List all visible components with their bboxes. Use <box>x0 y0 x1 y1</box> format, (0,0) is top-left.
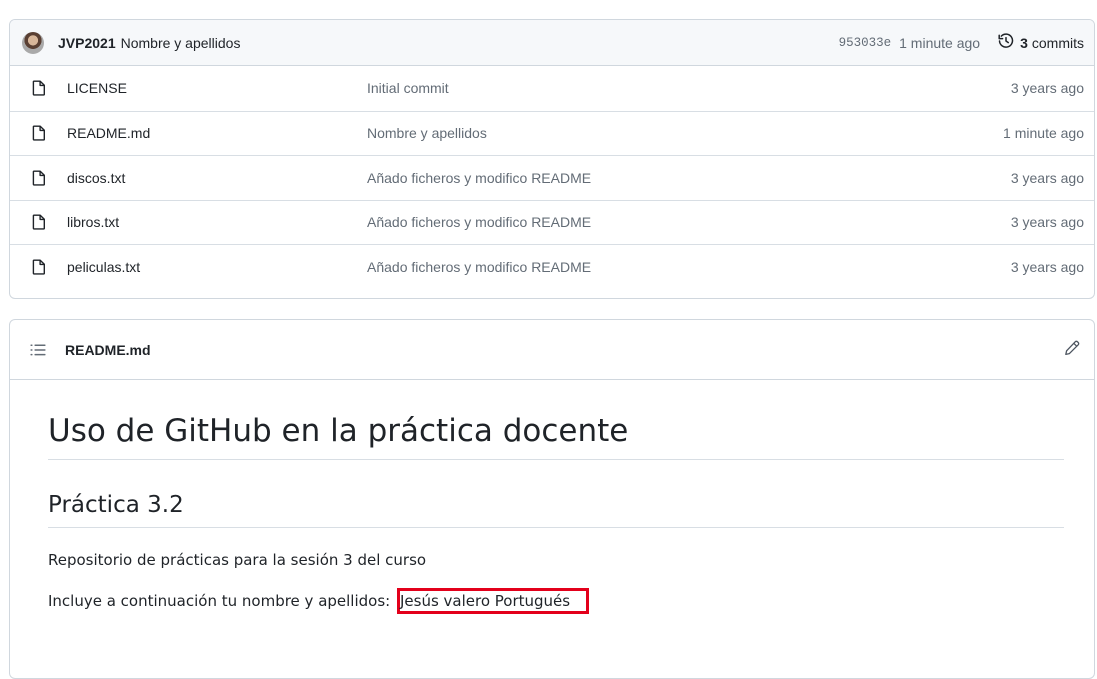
file-icon <box>32 125 48 141</box>
file-name-link[interactable]: LICENSE <box>67 80 367 96</box>
file-commit-message-link[interactable]: Añado ficheros y modifico README <box>367 214 1011 230</box>
highlighted-name: Jesús valero Portugués <box>396 588 590 614</box>
readme-paragraph-1: Repositorio de prácticas para la sesión … <box>48 551 427 569</box>
commits-label: commits <box>1031 34 1084 51</box>
latest-commit-bar: JVP2021 Nombre y apellidos 953033e 1 min… <box>10 20 1094 66</box>
readme-paragraph-2-prefix: Incluye a continuación tu nombre y apell… <box>48 592 391 610</box>
file-icon <box>32 259 48 275</box>
list-unordered-icon[interactable] <box>30 342 46 358</box>
file-commit-message-link[interactable]: Nombre y apellidos <box>367 125 1003 141</box>
readme-header: README.md <box>10 320 1094 380</box>
readme-filename-link[interactable]: README.md <box>65 342 151 358</box>
file-commit-message-link[interactable]: Initial commit <box>367 80 1011 96</box>
readme-paragraph-2: Incluye a continuación tu nombre y apell… <box>48 588 1064 614</box>
file-icon <box>32 80 48 96</box>
commit-author-link[interactable]: JVP2021 <box>58 35 116 51</box>
file-row[interactable]: libros.txt Añado ficheros y modifico READ… <box>10 199 1094 245</box>
file-age: 3 years ago <box>1010 258 1084 275</box>
file-name-link[interactable]: README.md <box>67 125 367 141</box>
readme-heading-1: Uso de GitHub en la práctica docente <box>48 411 1064 460</box>
file-row[interactable]: LICENSE Initial commit 3 years ago <box>10 66 1094 111</box>
readme-panel: README.md Uso de GitHub en la práctica d… <box>9 319 1095 679</box>
history-icon <box>998 33 1014 52</box>
file-name-link[interactable]: discos.txt <box>67 170 367 186</box>
avatar[interactable] <box>22 31 44 54</box>
readme-heading-2: Práctica 3.2 <box>48 489 1064 528</box>
readme-content: Uso de GitHub en la práctica docente Prá… <box>10 411 1094 614</box>
file-commit-message-link[interactable]: Añado ficheros y modifico README <box>367 170 1011 186</box>
file-row[interactable]: README.md Nombre y apellidos 1 minute ago <box>10 110 1094 156</box>
file-age: 3 years ago <box>1010 80 1084 97</box>
file-icon <box>32 214 48 230</box>
file-commit-message-link[interactable]: Añado ficheros y modifico README <box>367 259 1011 275</box>
latest-commit-message[interactable]: Nombre y apellidos <box>121 35 241 51</box>
commit-sha-link[interactable]: 953033e <box>839 36 892 50</box>
commits-count: 3 <box>1020 34 1028 51</box>
file-list: LICENSE Initial commit 3 years ago README.m… <box>10 66 1094 289</box>
file-name-link[interactable]: libros.txt <box>67 214 367 230</box>
file-row[interactable]: peliculas.txt Añado ficheros y modifico R… <box>10 244 1094 289</box>
file-age: 3 years ago <box>1010 214 1084 231</box>
pencil-icon[interactable] <box>1064 340 1080 359</box>
commits-history-link[interactable]: 3 commits <box>998 33 1084 52</box>
file-row[interactable]: discos.txt Añado ficheros y modifico READ… <box>10 155 1094 200</box>
file-age: 1 minute ago <box>1003 125 1084 142</box>
file-name-link[interactable]: peliculas.txt <box>67 259 367 275</box>
file-age: 3 years ago <box>1010 169 1084 186</box>
file-icon <box>32 170 48 186</box>
commit-time: 1 minute ago <box>899 34 981 51</box>
file-browser: JVP2021 Nombre y apellidos 953033e 1 min… <box>9 19 1095 299</box>
